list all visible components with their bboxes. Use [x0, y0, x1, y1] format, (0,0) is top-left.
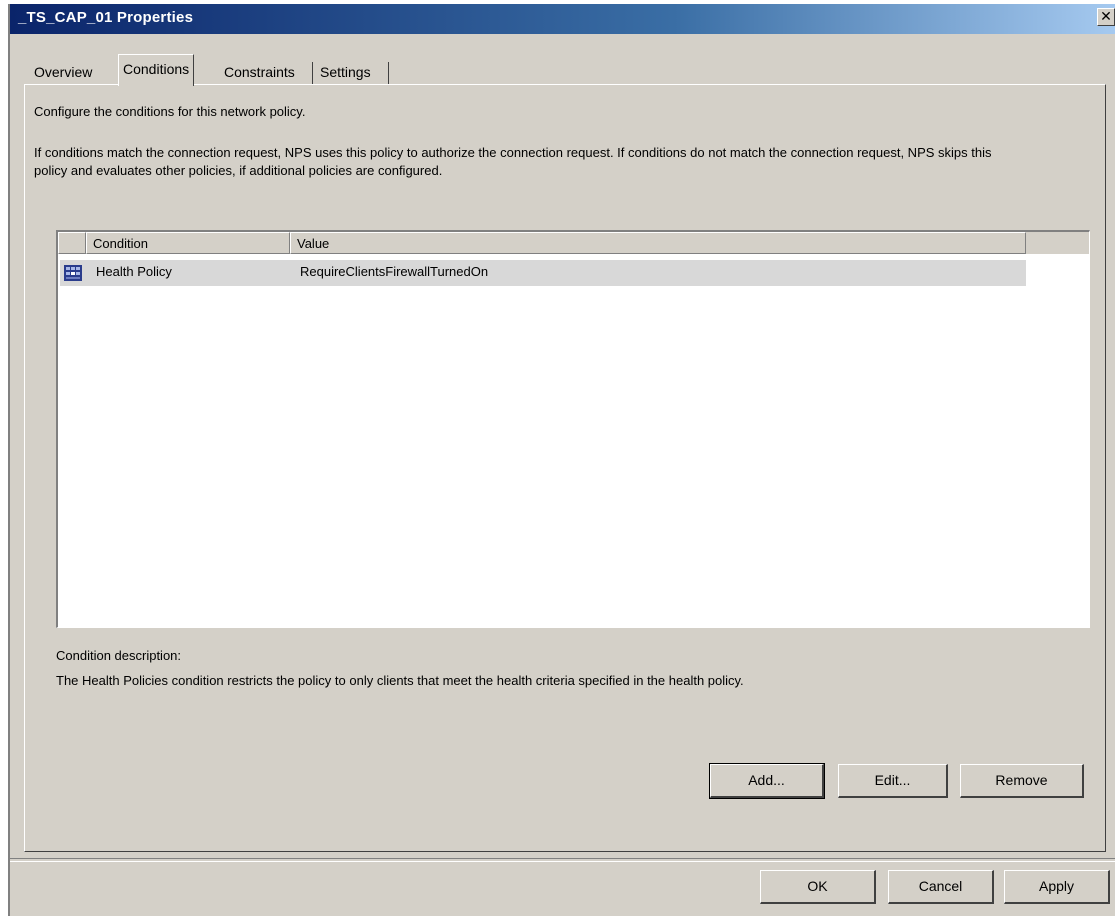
condition-name: Health Policy	[96, 264, 172, 279]
remove-button[interactable]: Remove	[960, 764, 1084, 798]
intro-text: Configure the conditions for this networ…	[34, 104, 306, 119]
close-button[interactable]: ✕	[1097, 8, 1115, 26]
condition-value: RequireClientsFirewallTurnedOn	[300, 264, 489, 279]
add-button[interactable]: Add...	[709, 763, 825, 799]
close-icon: ✕	[1100, 8, 1112, 24]
tab-separator	[312, 62, 313, 84]
ok-button[interactable]: OK	[760, 870, 876, 904]
column-header-icon	[58, 232, 86, 254]
list-item[interactable]: Health Policy RequireClientsFirewallTurn…	[60, 260, 1026, 286]
cancel-button[interactable]: Cancel	[888, 870, 994, 904]
conditions-list[interactable]: Condition Value Health Policy RequireCli…	[56, 230, 1090, 628]
apply-button[interactable]: Apply	[1004, 870, 1110, 904]
condition-description-text: The Health Policies condition restricts …	[56, 673, 744, 688]
explanation-text: If conditions match the connection reque…	[34, 145, 992, 178]
tab-conditions[interactable]: Conditions	[118, 54, 195, 86]
tab-constraints[interactable]: Constraints	[220, 60, 299, 84]
title-bar[interactable]: _TS_CAP_01 Properties ✕	[10, 4, 1115, 34]
tab-settings[interactable]: Settings	[316, 60, 375, 84]
column-header-condition[interactable]: Condition	[86, 232, 290, 254]
tab-overview[interactable]: Overview	[30, 60, 96, 84]
health-policy-icon	[64, 265, 82, 281]
edit-button[interactable]: Edit...	[838, 764, 948, 798]
list-header: Condition Value	[58, 232, 1089, 254]
condition-description-label: Condition description:	[56, 648, 182, 663]
properties-dialog: _TS_CAP_01 Properties ✕ Overview Conditi…	[8, 4, 1115, 916]
column-header-value[interactable]: Value	[290, 232, 1026, 254]
window-title: _TS_CAP_01 Properties	[18, 9, 194, 26]
tab-separator	[388, 62, 389, 84]
footer-separator	[10, 858, 1115, 862]
